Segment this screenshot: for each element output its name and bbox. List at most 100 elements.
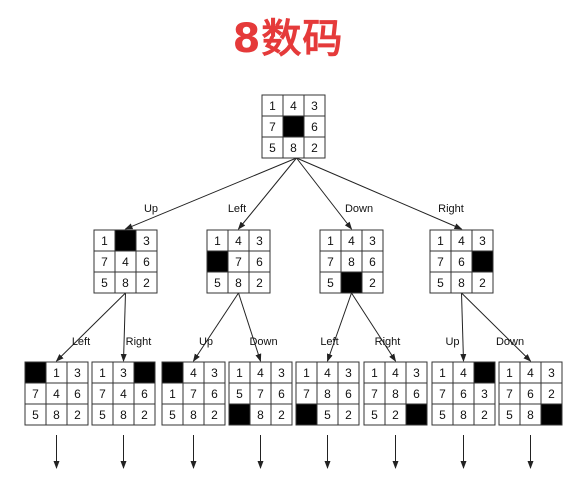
move-label: Up [199, 336, 213, 348]
boards-layer: 1 4 37 65 8 21 37 4 65 8 21 37 4 65 8 21 37 4 65 8 21 4 37 65 8 2… [24, 94, 563, 426]
tile-number: 2 [481, 408, 488, 422]
move-label: Right [375, 336, 401, 348]
tile-number: 6 [143, 255, 150, 269]
tile-number: 6 [345, 387, 352, 401]
board-root: 1 4 3 7 6 5 8 2 [261, 94, 326, 159]
tile-number: 3 [369, 234, 376, 248]
blank-tile [295, 403, 318, 426]
tile-number: 8 [235, 276, 242, 290]
tile-number: 7 [99, 387, 106, 401]
state-tree-diagram: 1 4 37 65 8 21 37 4 65 8 21 37 4 65 8 21 37 4 65 8 21 4 37 65 8 2… [24, 94, 563, 469]
blank-tile [24, 361, 47, 384]
board-level2-1-2: 1 37 4 6 5 8 2 [91, 361, 156, 426]
tile-number: 8 [53, 408, 60, 422]
tile-number: 8 [527, 408, 534, 422]
board-level2-3-1: 1 4 3 7 8 65 2 [295, 361, 360, 426]
tile-number: 7 [437, 255, 444, 269]
tile-number: 5 [32, 408, 39, 422]
tile-number: 2 [143, 276, 150, 290]
tile-number: 5 [99, 408, 106, 422]
board-level2-3-2: 1 4 3 7 8 6 5 2 [363, 361, 428, 426]
tile-number: 1 [506, 366, 513, 380]
edge-arrow [327, 292, 352, 362]
move-label: Up [144, 203, 158, 215]
tile-number: 3 [479, 234, 486, 248]
tile-number: 1 [303, 366, 310, 380]
tile-number: 8 [348, 255, 355, 269]
move-label: Down [496, 336, 524, 348]
tile-number: 4 [122, 255, 129, 269]
board-level1-2: 1 4 37 6 5 8 2 [206, 229, 271, 294]
board-level2-4-2: 1 4 3 7 6 2 5 8 [498, 361, 563, 426]
tile-number: 6 [458, 255, 465, 269]
tile-number: 4 [460, 366, 467, 380]
tile-number: 8 [460, 408, 467, 422]
blank-tile [206, 250, 229, 273]
tile-number: 3 [413, 366, 420, 380]
tile-number: 5 [439, 408, 446, 422]
tile-number: 6 [311, 120, 318, 134]
tile-number: 4 [324, 366, 331, 380]
tile-number: 6 [278, 387, 285, 401]
tile-number: 3 [345, 366, 352, 380]
tile-number: 3 [548, 366, 555, 380]
tile-number: 5 [169, 408, 176, 422]
board-level2-2-2: 1 4 3 5 7 68 2 [228, 361, 293, 426]
blank-tile [471, 250, 494, 273]
move-label: Left [320, 336, 338, 348]
tile-number: 8 [290, 141, 297, 155]
tile-number: 8 [392, 387, 399, 401]
blank-tile [282, 115, 305, 138]
tile-number: 5 [371, 408, 378, 422]
tile-number: 2 [74, 408, 81, 422]
tile-number: 8 [190, 408, 197, 422]
tile-number: 3 [256, 234, 263, 248]
tile-number: 3 [211, 366, 218, 380]
tile-number: 8 [122, 276, 129, 290]
tile-number: 4 [53, 387, 60, 401]
tile-number: 1 [53, 366, 60, 380]
blank-tile [340, 271, 363, 294]
tile-number: 8 [458, 276, 465, 290]
tile-number: 7 [371, 387, 378, 401]
tile-number: 1 [439, 366, 446, 380]
edge-arrow [55, 292, 126, 362]
tile-number: 4 [290, 99, 297, 113]
board-level1-1: 1 3 7 4 6 5 8 2 [93, 229, 158, 294]
board-level2-4-1: 1 47 6 3 5 8 2 [431, 361, 496, 426]
tile-number: 2 [278, 408, 285, 422]
tile-number: 5 [101, 276, 108, 290]
tile-number: 1 [236, 366, 243, 380]
tile-number: 1 [327, 234, 334, 248]
tile-number: 5 [437, 276, 444, 290]
board-level1-4: 1 4 3 7 65 8 2 [429, 229, 494, 294]
tile-number: 4 [235, 234, 242, 248]
edge-arrow [460, 292, 467, 362]
tile-number: 5 [236, 387, 243, 401]
tile-number: 4 [120, 387, 127, 401]
tile-number: 3 [74, 366, 81, 380]
tile-number: 1 [169, 387, 176, 401]
tile-number: 4 [527, 366, 534, 380]
tile-number: 7 [190, 387, 197, 401]
tile-number: 1 [269, 99, 276, 113]
tile-number: 6 [141, 387, 148, 401]
edge-arrow [461, 292, 532, 362]
tile-number: 7 [439, 387, 446, 401]
edge-arrow [192, 292, 239, 362]
edge-arrow [351, 292, 397, 362]
tile-number: 2 [479, 276, 486, 290]
tile-number: 3 [311, 99, 318, 113]
tile-number: 8 [324, 387, 331, 401]
tile-number: 5 [324, 408, 331, 422]
blank-tile [133, 361, 156, 384]
tile-number: 8 [120, 408, 127, 422]
blank-tile [161, 361, 184, 384]
tile-number: 5 [506, 408, 513, 422]
tile-number: 8 [257, 408, 264, 422]
move-label: Down [345, 203, 373, 215]
tile-number: 3 [278, 366, 285, 380]
tile-number: 2 [548, 387, 555, 401]
tile-number: 6 [369, 255, 376, 269]
tile-number: 2 [141, 408, 148, 422]
